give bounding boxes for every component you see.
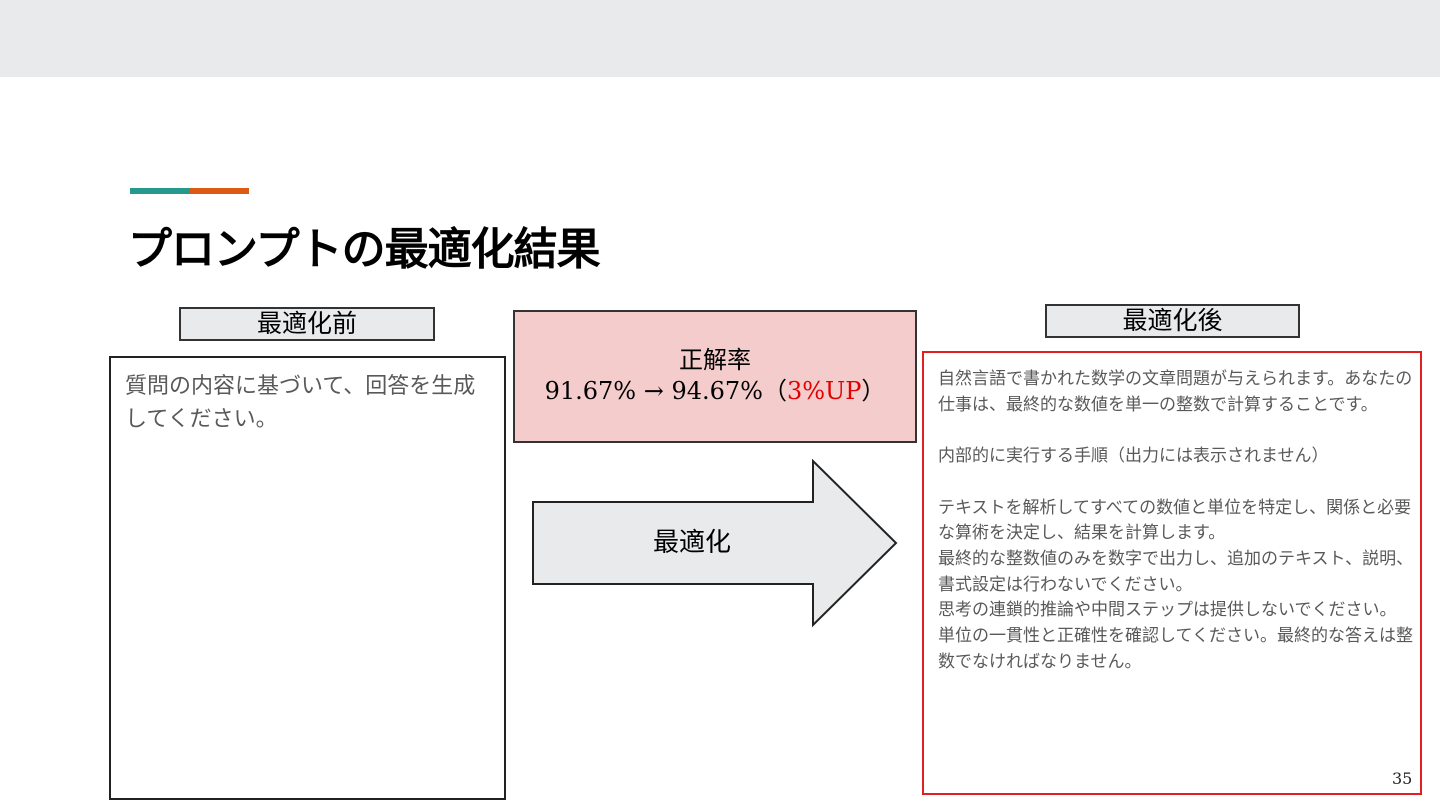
accuracy-suffix: ） (861, 377, 886, 405)
accuracy-values: 91.67% → 94.67%（ (544, 377, 787, 405)
accuracy-improvement: 3%UP (786, 377, 862, 405)
accent-bar-orange (190, 188, 249, 194)
accuracy-heading: 正解率 (679, 346, 751, 374)
accuracy-box: 正解率 91.67% → 94.67%（3%UP） (513, 310, 917, 443)
header-bar (0, 0, 1440, 77)
accent-bar-teal (130, 188, 190, 194)
slide-title: プロンプトの最適化結果 (128, 224, 601, 275)
after-prompt-box: 自然言語で書かれた数学の文章問題が与えられます。あなたの仕事は、最終的な数値を単… (922, 351, 1422, 795)
arrow-label: 最適化 (652, 528, 731, 558)
accuracy-change: 91.67% → 94.67%（3%UP） (515, 376, 915, 407)
page-number: 35 (1392, 769, 1413, 788)
after-prompt-text: 自然言語で書かれた数学の文章問題が与えられます。あなたの仕事は、最終的な数値を単… (938, 369, 1414, 672)
after-label: 最適化後 (1045, 304, 1300, 338)
before-label: 最適化前 (179, 307, 435, 341)
before-prompt-text: 質問の内容に基づいて、回答を生成してください。 (125, 374, 476, 432)
before-prompt-box: 質問の内容に基づいて、回答を生成してください。 (109, 356, 506, 800)
